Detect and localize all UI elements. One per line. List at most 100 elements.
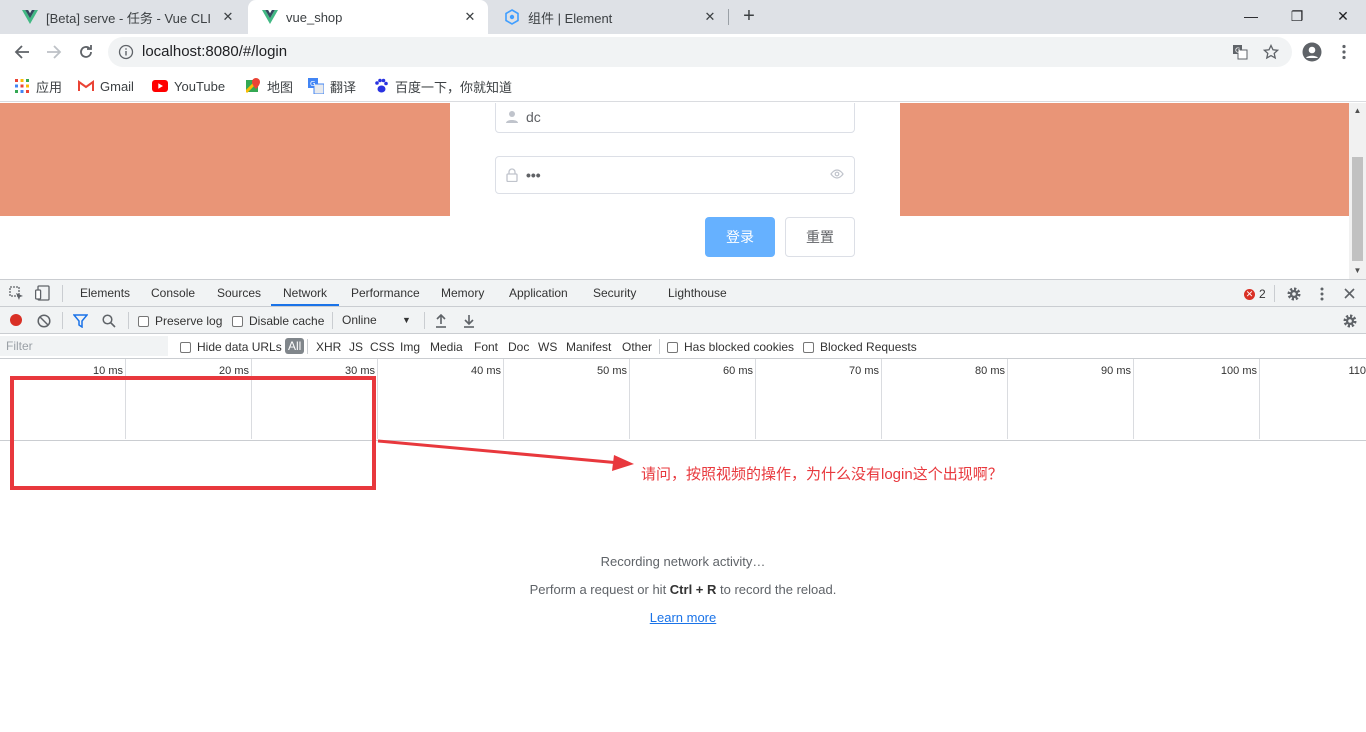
back-button[interactable] <box>10 40 34 64</box>
password-value: ••• <box>526 167 541 183</box>
filter-type-manifest[interactable]: Manifest <box>566 340 611 354</box>
info-icon[interactable] <box>118 44 134 60</box>
devtools-tab-lighthouse[interactable]: Lighthouse <box>668 286 727 300</box>
import-har-icon[interactable] <box>435 314 447 328</box>
bookmark-star-icon[interactable] <box>1263 44 1279 60</box>
divider <box>62 285 63 302</box>
checkbox-label: Hide data URLs <box>197 340 282 354</box>
search-icon[interactable] <box>102 314 116 328</box>
bookmark-youtube[interactable]: YouTube <box>152 76 225 96</box>
filter-type-doc[interactable]: Doc <box>508 340 529 354</box>
timeline-gridline <box>881 359 882 439</box>
devtools-tab-performance[interactable]: Performance <box>351 286 420 300</box>
baidu-paw-icon <box>373 78 389 94</box>
reload-button[interactable] <box>74 40 98 64</box>
url-text[interactable]: localhost:8080/#/login <box>142 43 287 60</box>
timeline-tick-label: 50 ms <box>597 365 627 377</box>
has-blocked-cookies-checkbox[interactable]: Has blocked cookies <box>667 340 794 354</box>
scroll-up-arrow-icon[interactable]: ▲ <box>1349 106 1366 115</box>
bookmark-translate[interactable]: G 翻译 <box>308 76 356 96</box>
checkbox-box[interactable] <box>138 315 149 327</box>
close-tab-icon[interactable]: ✕ <box>220 9 236 25</box>
checkbox-box[interactable] <box>180 341 191 353</box>
bookmark-apps[interactable]: 应用 <box>14 76 62 96</box>
filter-type-other[interactable]: Other <box>622 340 652 354</box>
address-bar[interactable]: localhost:8080/#/login G <box>108 37 1292 67</box>
reset-button[interactable]: 重置 <box>785 217 855 257</box>
close-tab-icon[interactable]: ✕ <box>462 9 478 25</box>
export-har-icon[interactable] <box>463 314 475 328</box>
filter-type-img[interactable]: Img <box>400 340 420 354</box>
timeline-gridline <box>1007 359 1008 439</box>
clear-icon[interactable] <box>37 314 51 328</box>
forward-button[interactable] <box>42 40 66 64</box>
browser-tab-vue-cli[interactable]: [Beta] serve - 任务 - Vue CLI ✕ <box>8 0 246 34</box>
bookmark-maps[interactable]: 地图 <box>245 76 293 96</box>
more-options-icon[interactable] <box>1318 286 1326 302</box>
tab-title: vue_shop <box>286 9 343 25</box>
device-toolbar-icon[interactable] <box>35 285 50 301</box>
scroll-down-arrow-icon[interactable]: ▼ <box>1349 266 1366 275</box>
browser-tab-element[interactable]: 组件 | Element ✕ <box>490 0 728 34</box>
browser-tab-strip: [Beta] serve - 任务 - Vue CLI ✕ vue_shop ✕… <box>0 0 1366 34</box>
window-close-button[interactable]: ✕ <box>1320 4 1366 28</box>
checkbox-box[interactable] <box>667 341 678 353</box>
devtools-tab-memory[interactable]: Memory <box>441 286 484 300</box>
filter-type-all[interactable]: All <box>285 338 305 354</box>
new-tab-button[interactable]: + <box>738 5 760 27</box>
filter-type-xhr[interactable]: XHR <box>316 340 341 354</box>
network-settings-gear-icon[interactable] <box>1342 313 1358 329</box>
checkbox-box[interactable] <box>803 341 814 353</box>
dropdown-arrow-icon[interactable]: ▼ <box>402 315 411 325</box>
password-field[interactable]: ••• <box>495 156 855 194</box>
active-tab-indicator <box>271 304 339 306</box>
devtools-tab-console[interactable]: Console <box>151 286 195 300</box>
checkbox-box[interactable] <box>232 315 243 327</box>
timeline-gridline <box>755 359 756 439</box>
filter-input[interactable]: Filter <box>0 336 168 356</box>
devtools-tab-application[interactable]: Application <box>509 286 568 300</box>
filter-type-media[interactable]: Media <box>430 340 463 354</box>
record-button[interactable] <box>10 314 22 326</box>
filter-type-ws[interactable]: WS <box>538 340 557 354</box>
divider <box>332 312 333 329</box>
hint-prefix: Perform a request or hit <box>529 582 670 597</box>
scrollbar-thumb[interactable] <box>1352 157 1363 261</box>
gmail-icon <box>78 78 94 94</box>
page-scrollbar[interactable]: ▲ ▼ <box>1349 103 1366 279</box>
error-count-badge[interactable]: ✕ 2 <box>1244 287 1266 301</box>
user-icon <box>506 111 518 123</box>
minimize-button[interactable]: — <box>1228 4 1274 28</box>
bookmark-gmail[interactable]: Gmail <box>78 76 134 96</box>
maximize-button[interactable]: ❐ <box>1274 4 1320 28</box>
eye-icon[interactable] <box>830 169 844 179</box>
empty-state-hint: Perform a request or hit Ctrl + R to rec… <box>0 582 1366 597</box>
filter-type-css[interactable]: CSS <box>370 340 395 354</box>
devtools-tab-elements[interactable]: Elements <box>80 286 130 300</box>
close-devtools-icon[interactable] <box>1344 288 1355 299</box>
filter-funnel-icon[interactable] <box>73 314 88 328</box>
blocked-requests-checkbox[interactable]: Blocked Requests <box>803 340 917 354</box>
hide-data-urls-checkbox[interactable]: Hide data URLs <box>180 340 282 354</box>
translate-icon[interactable]: G <box>1232 44 1248 60</box>
login-button[interactable]: 登录 <box>705 217 775 257</box>
devtools-tab-security[interactable]: Security <box>593 286 636 300</box>
bookmark-baidu[interactable]: 百度一下，你就知道 <box>373 76 512 96</box>
devtools-tab-network[interactable]: Network <box>283 286 327 300</box>
browser-tab-vue-shop[interactable]: vue_shop ✕ <box>248 0 488 34</box>
throttling-select[interactable]: Online <box>342 313 377 327</box>
checkbox-label: Disable cache <box>249 314 325 328</box>
learn-more-link[interactable]: Learn more <box>650 610 716 625</box>
disable-cache-checkbox[interactable]: Disable cache <box>232 314 324 328</box>
preserve-log-checkbox[interactable]: Preserve log <box>138 314 222 328</box>
devtools-tab-sources[interactable]: Sources <box>217 286 261 300</box>
menu-kebab-icon[interactable] <box>1338 44 1350 60</box>
filter-type-font[interactable]: Font <box>474 340 498 354</box>
settings-gear-icon[interactable] <box>1286 286 1302 302</box>
profile-avatar-icon[interactable] <box>1302 42 1322 62</box>
username-field[interactable]: dc <box>495 103 855 133</box>
inspect-element-icon[interactable] <box>9 286 24 301</box>
filter-type-js[interactable]: JS <box>349 340 363 354</box>
close-tab-icon[interactable]: ✕ <box>702 9 718 25</box>
page-viewport: dc ••• 登录 重置 ▲ ▼ <box>0 103 1366 279</box>
